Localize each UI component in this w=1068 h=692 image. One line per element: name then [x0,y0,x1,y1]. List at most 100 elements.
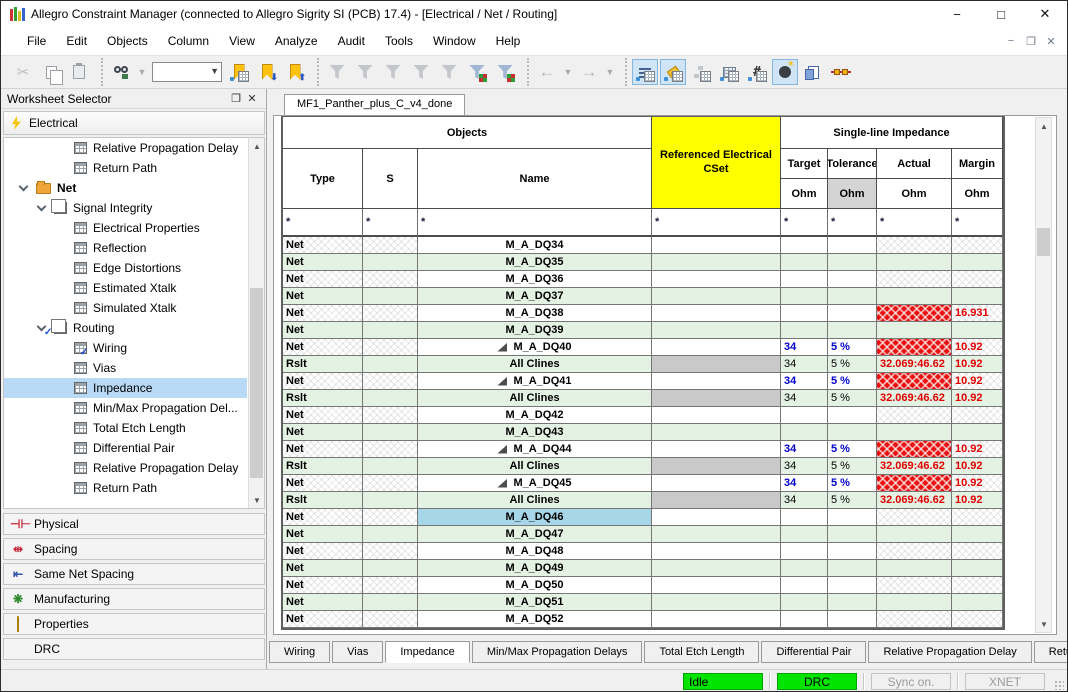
cell-tolerance[interactable] [828,407,877,424]
cell-type[interactable]: Net [283,254,363,271]
bottom-tab-total-etch-length[interactable]: Total Etch Length [644,641,759,663]
bottom-tab-wiring[interactable]: Wiring [269,641,330,663]
search-combobox[interactable]: ▼ [152,62,222,82]
tree-item-wiring[interactable]: ✓Wiring [4,338,264,358]
cell-s[interactable] [363,441,418,458]
cell-target[interactable] [781,407,828,424]
chevron-down-icon[interactable] [19,181,29,191]
cell-referenced-cset[interactable] [652,339,781,356]
tree-scrollbar[interactable]: ▲ ▼ [248,138,264,508]
tree-item-net[interactable]: Net [4,178,264,198]
tree-item-reflection[interactable]: Reflection [4,238,264,258]
cell-margin[interactable]: 10.92 [952,441,1003,458]
cell-margin[interactable]: 10.92 [952,339,1003,356]
cell-s[interactable] [363,339,418,356]
cell-name[interactable]: M_A_DQ37 [418,288,652,305]
tree-item-differential-pair[interactable]: Differential Pair [4,438,264,458]
mdi-restore-button[interactable]: ❐ [1021,32,1041,50]
cell-target[interactable] [781,254,828,271]
cell-s[interactable] [363,424,418,441]
cell-s[interactable] [363,526,418,543]
forward-icon[interactable]: → [576,59,602,85]
filter-options-icon[interactable] [436,59,462,85]
filter-cell[interactable]: * [418,209,652,237]
cell-referenced-cset[interactable] [652,543,781,560]
tree-item-return-path[interactable]: Return Path [4,478,264,498]
back-dropdown-caret[interactable]: ▼ [562,59,574,85]
expand-triangle-icon[interactable] [497,445,507,454]
cell-actual[interactable] [877,271,952,288]
filter-cell[interactable]: * [877,209,952,237]
cell-type[interactable]: Net [283,611,363,628]
cell-referenced-cset[interactable] [652,441,781,458]
menu-file[interactable]: File [17,30,56,52]
filter-cell[interactable]: * [781,209,828,237]
cell-tolerance[interactable] [828,611,877,628]
cell-name[interactable]: M_A_DQ42 [418,407,652,424]
cell-target[interactable]: 34 [781,458,828,475]
cell-actual[interactable] [877,288,952,305]
cell-margin[interactable]: 10.92 [952,390,1003,407]
cell-actual[interactable] [877,407,952,424]
filter-cell[interactable]: * [828,209,877,237]
cell-actual[interactable]: 32.069:46.62 [877,458,952,475]
cell-s[interactable] [363,458,418,475]
cell-name[interactable]: M_A_DQ41 [418,373,652,390]
cell-tolerance[interactable]: 5 % [828,492,877,509]
expand-triangle-icon[interactable] [497,479,507,488]
cell-s[interactable] [363,543,418,560]
cell-referenced-cset[interactable] [652,390,781,407]
cell-actual[interactable] [877,373,952,390]
bottom-tab-return-path[interactable]: Return Path [1034,641,1068,663]
cell-target[interactable] [781,305,828,322]
tree-item-impedance[interactable]: Impedance [4,378,264,398]
scroll-down-icon[interactable]: ▼ [1036,616,1052,632]
menu-help[interactable]: Help [486,30,531,52]
cell-target[interactable] [781,424,828,441]
cell-margin[interactable] [952,322,1003,339]
tree-item-estimated-xtalk[interactable]: Estimated Xtalk [4,278,264,298]
menu-window[interactable]: Window [423,30,486,52]
cell-referenced-cset[interactable] [652,611,781,628]
cell-type[interactable]: Rslt [283,356,363,373]
cell-target[interactable] [781,594,828,611]
cell-actual[interactable] [877,577,952,594]
cell-name[interactable]: All Clines [418,356,652,373]
cell-referenced-cset[interactable] [652,492,781,509]
cell-s[interactable] [363,611,418,628]
category-spacing[interactable]: ⇹Spacing [3,538,265,560]
cell-margin[interactable] [952,526,1003,543]
float-panel-icon[interactable]: ❐ [228,92,244,105]
cell-margin[interactable] [952,254,1003,271]
cell-referenced-cset[interactable] [652,373,781,390]
cell-name[interactable]: All Clines [418,390,652,407]
cell-target[interactable]: 34 [781,390,828,407]
cell-name[interactable]: All Clines [418,458,652,475]
cell-name[interactable]: M_A_DQ49 [418,560,652,577]
cell-tolerance[interactable]: 5 % [828,339,877,356]
section-electrical[interactable]: Electrical [3,111,265,135]
tree-item-vias[interactable]: Vias [4,358,264,378]
cell-actual[interactable] [877,594,952,611]
cell-actual[interactable] [877,543,952,560]
cell-margin[interactable] [952,407,1003,424]
expand-triangle-icon[interactable] [497,377,507,386]
cell-actual[interactable] [877,526,952,543]
grid-scrollbar[interactable]: ▲ ▼ [1035,117,1052,633]
filter-apply-icon[interactable] [408,59,434,85]
scroll-up-icon[interactable]: ▲ [1036,118,1052,134]
scroll-up-icon[interactable]: ▲ [249,138,265,154]
cell-tolerance[interactable] [828,594,877,611]
cell-tolerance[interactable] [828,322,877,339]
cell-actual[interactable] [877,424,952,441]
cell-margin[interactable] [952,424,1003,441]
tree-item-return-path[interactable]: Return Path [4,158,264,178]
bookmark-prev-icon[interactable]: ⬆ [282,59,308,85]
cell-referenced-cset[interactable] [652,356,781,373]
minimize-button[interactable]: − [935,1,979,27]
cell-s[interactable] [363,271,418,288]
copy-icon[interactable] [38,59,64,85]
chevron-down-icon[interactable] [37,201,47,211]
cell-actual[interactable] [877,475,952,492]
category-physical[interactable]: ⊣⊢Physical [3,513,265,535]
